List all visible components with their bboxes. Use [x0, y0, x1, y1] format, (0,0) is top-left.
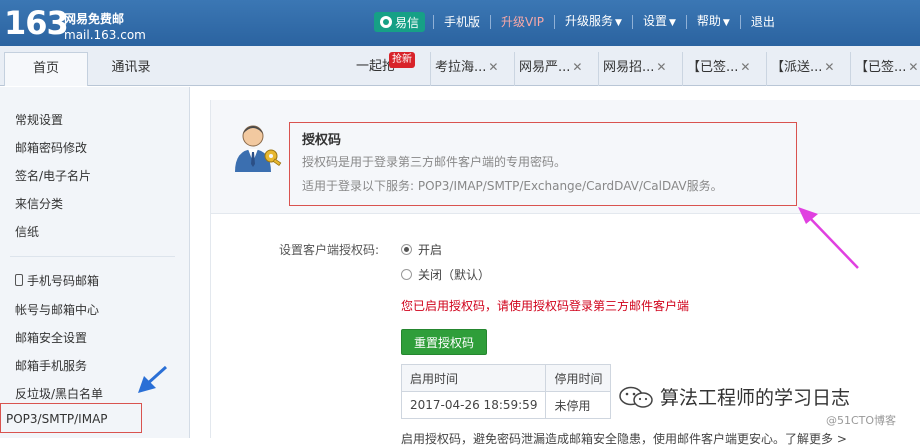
top-header-bar: 163 网易免费邮 mail.163.com 易信 手机版 升级VIP 升级服务… — [0, 0, 920, 46]
close-icon[interactable]: ✕ — [824, 60, 834, 74]
auth-code-table: 启用时间 停用时间 2017-04-26 18:59:59 未停用 — [400, 364, 612, 419]
enabled-message: 您已启用授权码，请使用授权码登录第三方邮件客户端 — [401, 299, 690, 313]
upgrade-service-label: 升级服务 — [565, 14, 614, 28]
table-row: 2017-04-26 18:59:59 未停用 — [400, 391, 612, 419]
auth-description: 授权码是用于登录第三方邮件客户端的专用密码。 — [302, 155, 567, 169]
yixin-button[interactable]: 易信 — [374, 12, 426, 32]
option-on[interactable]: 开启 — [401, 241, 442, 258]
auth-header: 授权码 授权码是用于登录第三方邮件客户端的专用密码。 适用于登录以下服务: PO… — [211, 100, 920, 214]
sidebar-divider — [10, 256, 175, 257]
mail-tab[interactable]: 【已签... ✕ — [850, 52, 920, 86]
disabled-time: 未停用 — [545, 391, 612, 419]
mail-tab[interactable]: 考拉海... ✕ — [430, 52, 514, 86]
auth-setting-label: 设置客户端授权码: — [279, 243, 380, 257]
mail-tab-label: 考拉海... — [435, 60, 487, 75]
help-label: 帮助 — [696, 14, 721, 28]
radio-on[interactable] — [401, 244, 412, 255]
footer-note: 启用授权码，避免密码泄漏造成邮箱安全隐患，使用邮件客户端更安心。了解更多 > — [401, 432, 847, 446]
sidebar-item-filters[interactable]: 来信分类 — [15, 195, 63, 212]
top-nav: 易信 手机版 升级VIP 升级服务 ▼ 设置 ▼ 帮助 ▼ 退出 — [374, 10, 785, 34]
radio-off[interactable] — [401, 269, 412, 280]
sidebar-item-stationery[interactable]: 信纸 — [15, 223, 39, 240]
sidebar-item-signature[interactable]: 签名/电子名片 — [15, 167, 91, 184]
sidebar-item-account-center[interactable]: 帐号与邮箱中心 — [15, 301, 99, 318]
upgrade-service-menu[interactable]: 升级服务 ▼ — [555, 11, 632, 33]
option-off-label: 关闭（默认） — [418, 268, 491, 282]
phone-icon — [15, 274, 23, 286]
mail-tab-label: 网易招... — [603, 60, 655, 75]
close-icon[interactable]: ✕ — [572, 60, 582, 74]
mail-tab-label: 【派送... — [771, 60, 823, 75]
option-on-label: 开启 — [418, 243, 443, 257]
mail-tab[interactable]: 网易严... ✕ — [514, 52, 598, 86]
option-off[interactable]: 关闭（默认） — [401, 266, 490, 283]
table-header-row: 启用时间 停用时间 — [400, 364, 612, 392]
mobile-version-link[interactable]: 手机版 — [434, 12, 490, 32]
close-icon[interactable]: ✕ — [488, 60, 498, 74]
tab-home[interactable]: 首页 — [4, 52, 88, 86]
mail-tab-label: 【已签... — [855, 60, 907, 75]
close-icon[interactable]: ✕ — [656, 60, 666, 74]
close-icon[interactable]: ✕ — [740, 60, 750, 74]
sidebar-item-pop3-smtp-imap[interactable]: POP3/SMTP/IMAP — [6, 412, 108, 426]
blog-watermark: @51CTO博客 — [826, 414, 897, 427]
sidebar-item-label: 手机号码邮箱 — [27, 274, 100, 288]
column-header-enabled: 启用时间 — [400, 364, 547, 392]
highlight-box: 授权码 授权码是用于登录第三方邮件客户端的专用密码。 适用于登录以下服务: PO… — [289, 122, 797, 206]
sidebar-item-password[interactable]: 邮箱密码修改 — [15, 139, 87, 156]
chevron-down-icon: ▼ — [668, 18, 676, 28]
mail-tab-label: 【已签... — [687, 60, 739, 75]
logo-domain: mail.163.com — [64, 28, 146, 42]
mail-tab-label: 网易严... — [519, 60, 571, 75]
yixin-icon — [380, 16, 392, 28]
sidebar-item-mobile-service[interactable]: 邮箱手机服务 — [15, 357, 87, 374]
sidebar-item-antispam[interactable]: 反垃圾/黑白名单 — [15, 385, 103, 402]
tab-bar: 首页 通讯录 一起抢 考拉海... ✕ 网易严... ✕ 网易招... ✕ 【已签..… — [0, 46, 920, 86]
chevron-down-icon: ▼ — [722, 18, 730, 28]
new-badge: 抢新 — [389, 52, 415, 68]
logo-name: 网易免费邮 — [64, 12, 125, 26]
watermark-text: 算法工程师的学习日志 — [660, 387, 851, 409]
user-key-icon — [235, 125, 282, 172]
tab-contacts[interactable]: 通讯录 — [90, 52, 172, 86]
mail-tab[interactable]: 【派送... ✕ — [766, 52, 850, 86]
logo-number: 163 — [4, 4, 69, 42]
enabled-time: 2017-04-26 18:59:59 — [400, 391, 547, 419]
logout-link[interactable]: 退出 — [741, 12, 785, 32]
close-icon[interactable]: ✕ — [908, 60, 918, 74]
sidebar-item-general[interactable]: 常规设置 — [15, 111, 63, 128]
mail-tab[interactable]: 【已签... ✕ — [682, 52, 766, 86]
help-menu[interactable]: 帮助 ▼ — [687, 11, 740, 33]
upgrade-vip-link[interactable]: 升级VIP — [491, 12, 554, 32]
settings-menu[interactable]: 设置 ▼ — [633, 11, 686, 33]
sidebar-item-security[interactable]: 邮箱安全设置 — [15, 329, 87, 346]
sidebar-item-phone-mailbox[interactable]: 手机号码邮箱 — [15, 272, 99, 289]
settings-sidebar: 常规设置 邮箱密码修改 签名/电子名片 来信分类 信纸 手机号码邮箱 帐号与邮箱… — [0, 87, 190, 438]
chevron-down-icon: ▼ — [615, 18, 622, 28]
settings-label: 设置 — [642, 14, 667, 28]
mail-tab[interactable]: 网易招... ✕ — [598, 52, 682, 86]
column-header-disabled: 停用时间 — [545, 364, 612, 392]
yixin-label: 易信 — [395, 15, 420, 30]
wechat-icon — [619, 386, 653, 408]
reset-auth-code-button[interactable]: 重置授权码 — [401, 329, 487, 355]
auth-title: 授权码 — [302, 133, 342, 148]
auth-services: 适用于登录以下服务: POP3/IMAP/SMTP/Exchange/CardD… — [302, 179, 723, 193]
